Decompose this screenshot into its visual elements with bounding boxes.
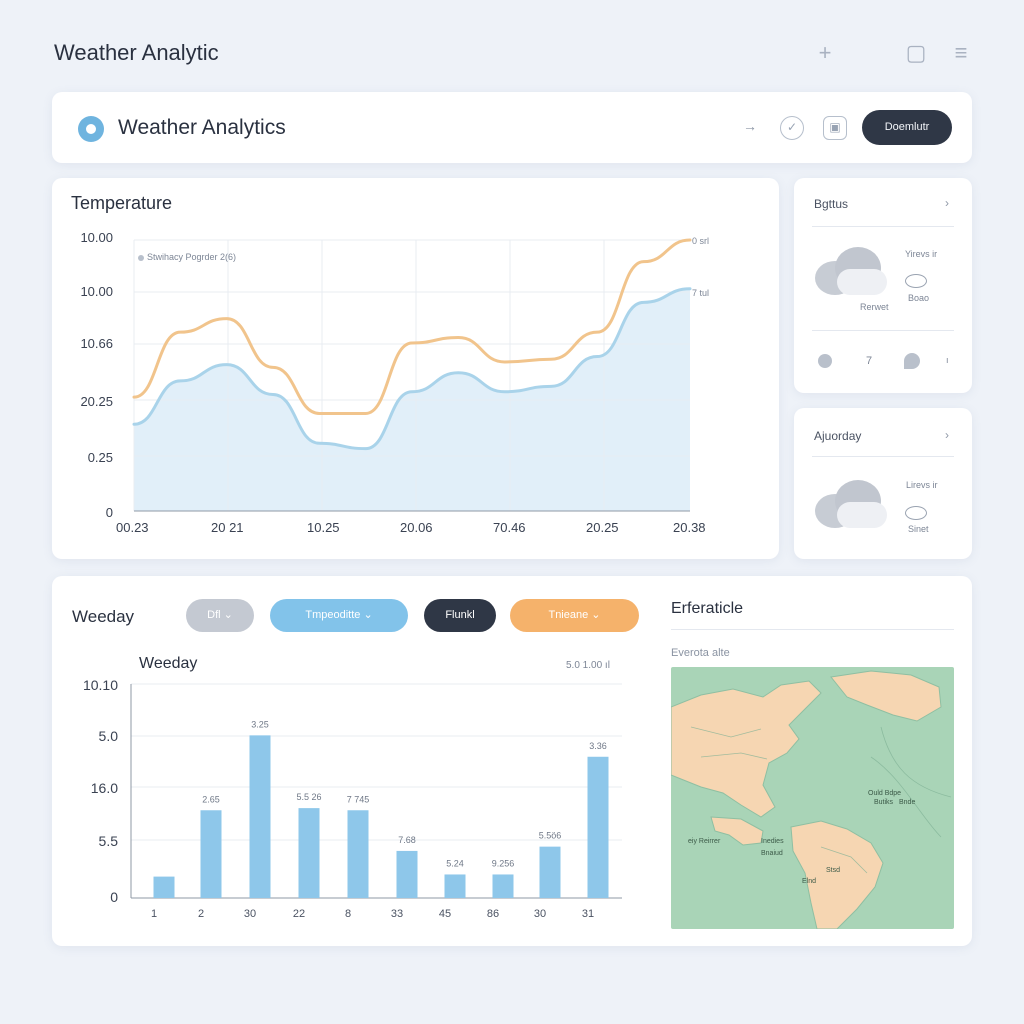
bar[interactable] [539, 846, 561, 898]
map-graphic [671, 667, 954, 929]
bar-value-label: 5.5 26 [296, 792, 321, 802]
bar[interactable] [249, 735, 271, 898]
x-category-label: 30 [244, 908, 256, 920]
map-label: Bnaiud [761, 850, 783, 857]
x-category-label: 22 [293, 908, 305, 920]
x-category-label: 8 [345, 908, 351, 920]
bar[interactable] [200, 810, 222, 898]
map-label: eiy Reirrer [688, 838, 721, 845]
map-label: Stsd [826, 867, 841, 874]
bar-value-label: 2.65 [202, 794, 220, 804]
bar-value-label: 3.25 [251, 719, 269, 729]
map-label: Inedies [761, 838, 784, 845]
map-label: Bnde [899, 799, 916, 806]
map-label: Elnd [802, 878, 817, 885]
bar[interactable] [492, 874, 514, 898]
bar[interactable] [396, 850, 418, 898]
x-category-label: 2 [198, 908, 204, 920]
bar-value-label: 5.24 [446, 858, 464, 868]
map-label: Ould Bdpe [868, 790, 902, 797]
bar-value-label: 9.256 [492, 858, 515, 868]
bar-value-label: 7 745 [347, 794, 370, 804]
map-label: Butiks [874, 799, 894, 806]
x-category-label: 86 [487, 908, 499, 920]
bar[interactable] [347, 810, 369, 898]
bar[interactable] [587, 756, 609, 898]
bar[interactable] [153, 876, 175, 898]
bar[interactable] [444, 874, 466, 898]
bar-value-label: 7.68 [398, 835, 416, 845]
x-category-label: 30 [534, 908, 546, 920]
map-subtitle: Everota alte [671, 647, 730, 659]
divider [671, 629, 954, 630]
x-category-label: 45 [439, 908, 451, 920]
map-title: Erferaticle [671, 600, 744, 617]
bar[interactable] [298, 808, 320, 898]
bar-value-label: 5.5ö6 [539, 831, 562, 841]
x-category-label: 33 [391, 908, 403, 920]
world-map[interactable] [671, 667, 954, 929]
bar-value-label: 3.36 [589, 741, 607, 751]
x-category-label: 31 [582, 908, 594, 920]
x-category-label: 1 [151, 908, 157, 920]
